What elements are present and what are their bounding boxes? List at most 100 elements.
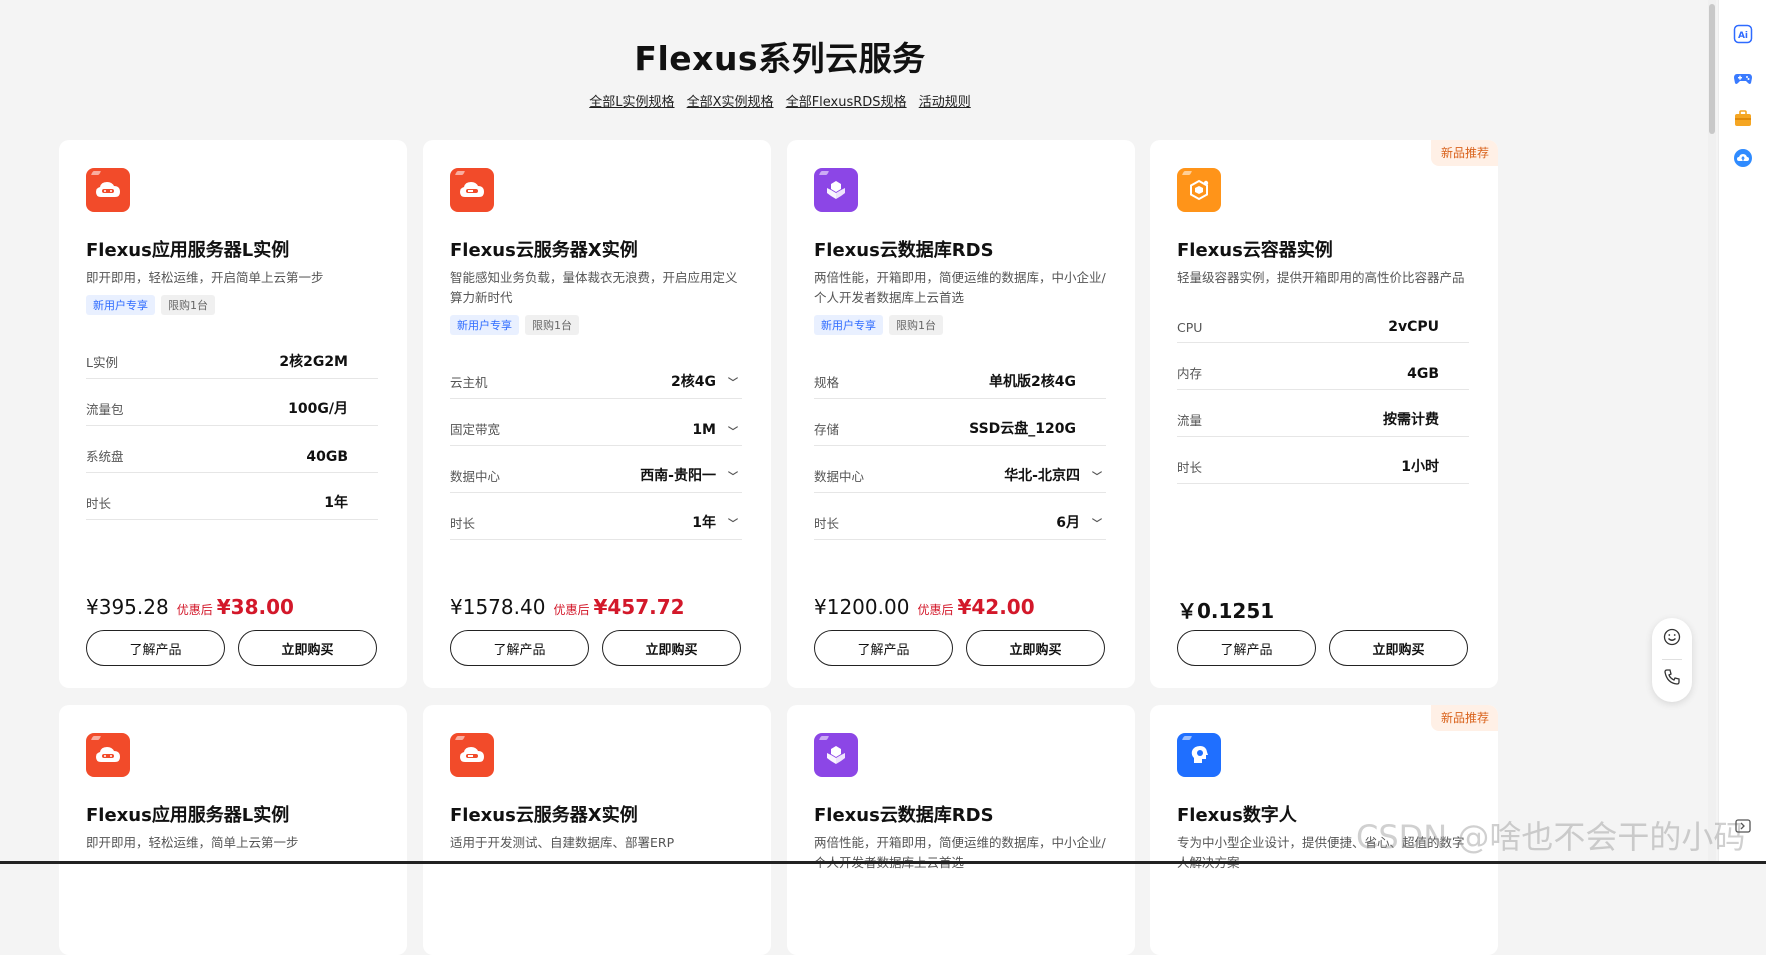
spec-value: 2vCPU — [1388, 319, 1439, 335]
deal-price: ¥457.72 — [593, 595, 685, 619]
floating-help-panel — [1652, 618, 1692, 702]
ai-icon[interactable]: Ai — [1733, 24, 1753, 44]
spec-value: 按需计费 — [1383, 412, 1439, 428]
spec-select[interactable]: 2核4G ﹀ — [671, 371, 742, 391]
limit-tag: 限购1台 — [161, 295, 215, 315]
button-group: 了解产品 立即购买 — [814, 630, 1105, 666]
product-card-x-instance-2: Flexus云服务器X实例 适用于开发测试、自建数据库、部署ERP — [423, 705, 771, 955]
phone-icon[interactable] — [1663, 668, 1681, 690]
spec-select[interactable]: 1M ﹀ — [692, 422, 742, 438]
price-block: ¥395.28 优惠后 ¥38.00 — [86, 595, 294, 619]
spec-value: 100G/月 — [288, 401, 348, 417]
spec-select[interactable]: 西南-贵阳一 ﹀ — [640, 465, 742, 485]
digital-human-icon — [1177, 733, 1221, 777]
original-price: ¥1578.40 — [450, 595, 546, 619]
database-icon — [814, 733, 858, 777]
spec-value: 西南-贵阳一 — [640, 468, 716, 484]
spec-value: 1M — [692, 422, 716, 438]
cloud-server-icon — [86, 733, 130, 777]
spec-value: 单机版2核4G — [989, 374, 1076, 390]
price-block: ￥0.1251 — [1177, 595, 1274, 624]
spec-select-row[interactable]: 时长 6月 ﹀ — [814, 493, 1106, 540]
spec-key: 数据中心 — [450, 469, 501, 484]
buy-now-button[interactable]: 立即购买 — [602, 630, 741, 666]
spec-select[interactable]: 1年 ﹀ — [692, 512, 742, 532]
spec-select[interactable]: 华北-北京四 ﹀ — [1004, 465, 1106, 485]
product-card-l-instance-2: Flexus应用服务器L实例 即开即用，轻松运维，简单上云第一步 — [59, 705, 407, 955]
expand-sidebar-icon[interactable] — [1735, 818, 1751, 838]
spec-key: L实例 — [86, 355, 118, 370]
product-desc: 两倍性能，开箱即用，简便运维的数据库，中小企业/个人开发者数据库上云首选 — [814, 835, 1106, 870]
spec-key: 内存 — [1177, 366, 1203, 381]
chevron-down-icon: ﹀ — [728, 471, 738, 483]
spec-key: 时长 — [1177, 460, 1203, 475]
spec-value: 4GB — [1407, 366, 1439, 382]
learn-more-button[interactable]: 了解产品 — [1177, 630, 1316, 666]
spec-key: 流量 — [1177, 413, 1203, 428]
spec-select-row[interactable]: 云主机 2核4G ﹀ — [450, 352, 742, 399]
product-desc: 即开即用，轻松运维，开启简单上云第一步 — [86, 270, 324, 285]
csdn-watermark: CSDN @啥也不会干的小码 — [1356, 818, 1746, 856]
spec-row: 内存 4GB — [1177, 343, 1469, 390]
scrollbar-thumb[interactable] — [1709, 4, 1715, 134]
buy-now-button[interactable]: 立即购买 — [966, 630, 1105, 666]
buy-now-button[interactable]: 立即购买 — [238, 630, 377, 666]
product-name: Flexus应用服务器L实例 — [86, 240, 290, 261]
cloud-upload-icon[interactable] — [1733, 148, 1753, 168]
new-product-badge: 新品推荐 — [1430, 140, 1498, 166]
price-block: ¥1578.40 优惠后 ¥457.72 — [450, 595, 685, 619]
spec-row: 流量 按需计费 — [1177, 390, 1469, 437]
link-activity-rules[interactable]: 活动规则 — [919, 95, 971, 110]
spec-key: 流量包 — [86, 402, 124, 417]
learn-more-button[interactable]: 了解产品 — [814, 630, 953, 666]
discount-label: 优惠后 — [917, 603, 954, 617]
tag-group: 新用户专享 限购1台 — [86, 295, 215, 315]
product-card-l-instance: Flexus应用服务器L实例 即开即用，轻松运维，开启简单上云第一步 新用户专享… — [59, 140, 407, 688]
link-all-l-specs[interactable]: 全部L实例规格 — [589, 95, 674, 110]
chevron-down-icon: ﹀ — [728, 377, 738, 389]
product-card-rds-2: Flexus云数据库RDS 两倍性能，开箱即用，简便运维的数据库，中小企业/个人… — [787, 705, 1135, 955]
spec-key: 时长 — [450, 516, 476, 531]
product-desc: 适用于开发测试、自建数据库、部署ERP — [450, 835, 675, 850]
discount-label: 优惠后 — [176, 603, 213, 617]
spec-key: 存储 — [814, 422, 840, 437]
spec-select-row[interactable]: 数据中心 西南-贵阳一 ﹀ — [450, 446, 742, 493]
spec-select-row[interactable]: 固定带宽 1M ﹀ — [450, 399, 742, 446]
deal-price: ¥38.00 — [216, 595, 294, 619]
spec-select[interactable]: 6月 ﹀ — [1056, 512, 1106, 532]
spec-row: 时长 1年 — [86, 473, 378, 520]
spec-value: 1年 — [692, 515, 716, 531]
game-controller-icon[interactable] — [1733, 68, 1753, 88]
buy-now-button[interactable]: 立即购买 — [1329, 630, 1468, 666]
new-product-badge: 新品推荐 — [1430, 705, 1498, 731]
spec-key: 数据中心 — [814, 469, 865, 484]
product-name: Flexus云数据库RDS — [814, 240, 994, 261]
spec-row: CPU 2vCPU — [1177, 296, 1469, 343]
smile-icon[interactable] — [1663, 628, 1681, 650]
product-desc: 两倍性能，开箱即用，简便运维的数据库，中小企业/个人开发者数据库上云首选 — [814, 270, 1106, 305]
product-name: Flexus云服务器X实例 — [450, 240, 638, 261]
link-all-rds-specs[interactable]: 全部FlexusRDS规格 — [786, 95, 907, 110]
link-all-x-specs[interactable]: 全部X实例规格 — [687, 95, 774, 110]
spec-value: 2核2G2M — [279, 354, 348, 370]
database-icon — [814, 168, 858, 212]
product-card-rds: Flexus云数据库RDS 两倍性能，开箱即用，简便运维的数据库，中小企业/个人… — [787, 140, 1135, 688]
spec-key: 规格 — [814, 375, 840, 390]
spec-value: 1小时 — [1401, 459, 1439, 475]
learn-more-button[interactable]: 了解产品 — [86, 630, 225, 666]
spec-value: 6月 — [1056, 515, 1080, 531]
spec-value: 华北-北京四 — [1004, 468, 1080, 484]
button-group: 了解产品 立即购买 — [86, 630, 377, 666]
price: ￥0.1251 — [1177, 599, 1275, 623]
spec-links: 全部L实例规格 全部X实例规格 全部FlexusRDS规格 活动规则 — [0, 91, 1560, 110]
spec-key: 固定带宽 — [450, 422, 501, 437]
product-name: Flexus数字人 — [1177, 805, 1297, 826]
button-group: 了解产品 立即购买 — [1177, 630, 1468, 666]
product-desc: 轻量级容器实例，提供开箱即用的高性价比容器产品 — [1177, 270, 1465, 285]
learn-more-button[interactable]: 了解产品 — [450, 630, 589, 666]
spec-select-row[interactable]: 时长 1年 ﹀ — [450, 493, 742, 540]
briefcase-icon[interactable] — [1733, 108, 1753, 128]
product-card-container: 新品推荐 Flexus云容器实例 轻量级容器实例，提供开箱即用的高性价比容器产品… — [1150, 140, 1498, 688]
spec-select-row[interactable]: 数据中心 华北-北京四 ﹀ — [814, 446, 1106, 493]
browser-sidebar: Ai — [1718, 0, 1766, 864]
